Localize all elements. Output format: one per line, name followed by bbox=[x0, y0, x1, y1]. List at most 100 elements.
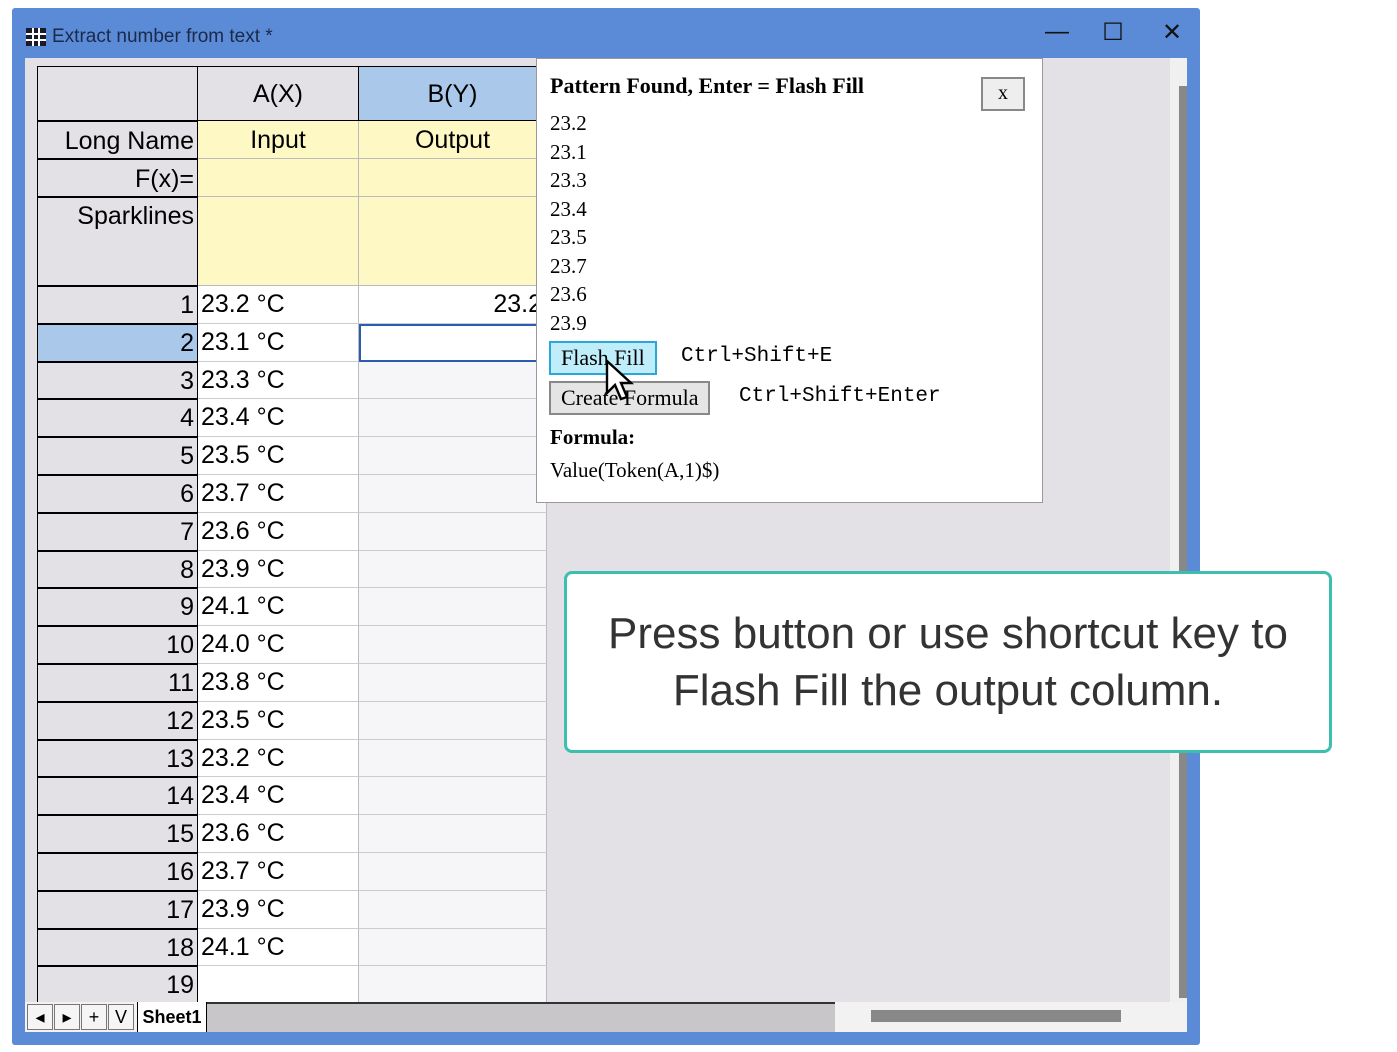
row-header[interactable]: 3 bbox=[37, 361, 198, 400]
cell-input[interactable]: 23.3 °C bbox=[198, 361, 359, 400]
fx-cell-b[interactable] bbox=[359, 159, 547, 197]
cell-output[interactable] bbox=[359, 777, 547, 816]
sparklines-cell-b[interactable] bbox=[359, 197, 547, 286]
row-header[interactable]: 7 bbox=[37, 512, 198, 551]
cell-output[interactable] bbox=[359, 512, 547, 551]
popup-title: Pattern Found, Enter = Flash Fill bbox=[550, 73, 865, 98]
cell-input[interactable]: 23.6 °C bbox=[198, 815, 359, 853]
cell-input[interactable]: 23.9 °C bbox=[198, 890, 359, 929]
cell-input[interactable]: 23.1 °C bbox=[198, 323, 359, 362]
tab-area-spacer bbox=[207, 1002, 835, 1032]
row-header[interactable]: 2 bbox=[37, 323, 198, 362]
minimize-button[interactable]: — bbox=[1042, 18, 1072, 46]
cell-output[interactable] bbox=[359, 399, 547, 438]
cell-output[interactable] bbox=[359, 739, 547, 778]
sparklines-cell-a[interactable] bbox=[198, 197, 359, 286]
cell-output[interactable] bbox=[359, 626, 547, 664]
row-header[interactable]: 18 bbox=[37, 928, 198, 967]
cell-input[interactable]: 24.1 °C bbox=[198, 928, 359, 967]
fx-cell-a[interactable] bbox=[198, 159, 359, 197]
long-name-cell-a[interactable]: Input bbox=[198, 121, 359, 159]
cell-output[interactable] bbox=[359, 815, 547, 853]
cell-output[interactable] bbox=[359, 701, 547, 740]
sheet-tab-bar: ◂ ▸ + V Sheet1 bbox=[25, 1002, 1187, 1032]
sheet-list-button[interactable]: V bbox=[108, 1004, 134, 1030]
popup-close-button[interactable]: x bbox=[981, 77, 1025, 111]
cell-output[interactable] bbox=[359, 361, 547, 400]
vertical-scroll-thumb[interactable] bbox=[1179, 86, 1187, 998]
row-header[interactable]: 16 bbox=[37, 853, 198, 891]
cell-input[interactable] bbox=[198, 966, 359, 1003]
row-header[interactable]: 14 bbox=[37, 777, 198, 816]
preview-value: 23.3 bbox=[550, 168, 587, 192]
vertical-scrollbar[interactable] bbox=[1170, 58, 1187, 1003]
row-header[interactable]: 15 bbox=[37, 815, 198, 853]
corner-cell[interactable] bbox=[37, 66, 198, 121]
cell-output[interactable] bbox=[359, 550, 547, 589]
cell-input[interactable]: 23.7 °C bbox=[198, 475, 359, 513]
cell-output[interactable] bbox=[359, 853, 547, 891]
callout-text: Press button or use shortcut key to Flas… bbox=[608, 609, 1288, 715]
cell-output[interactable]: 23.2 bbox=[359, 286, 547, 324]
prev-sheet-button[interactable]: ◂ bbox=[27, 1004, 53, 1030]
cell-output[interactable] bbox=[359, 475, 547, 513]
add-sheet-button[interactable]: + bbox=[81, 1004, 107, 1030]
preview-value: 23.5 bbox=[550, 225, 587, 249]
cell-input[interactable]: 23.8 °C bbox=[198, 664, 359, 702]
row-header[interactable]: 1 bbox=[37, 286, 198, 324]
cell-input[interactable]: 23.4 °C bbox=[198, 399, 359, 438]
row-label-fx: F(x)= bbox=[37, 159, 198, 197]
row-header[interactable]: 19 bbox=[37, 966, 198, 1003]
cell-output[interactable] bbox=[359, 966, 547, 1003]
preview-value: 23.1 bbox=[550, 139, 587, 164]
worksheet-icon bbox=[26, 28, 46, 46]
maximize-button[interactable]: ☐ bbox=[1098, 18, 1128, 47]
row-label-sparklines: Sparklines bbox=[37, 197, 198, 286]
preview-value: 23.7 bbox=[550, 253, 587, 278]
create-formula-shortcut: Ctrl+Shift+Enter bbox=[739, 385, 941, 408]
row-header[interactable]: 9 bbox=[37, 588, 198, 627]
next-sheet-button[interactable]: ▸ bbox=[54, 1004, 80, 1030]
cell-input[interactable]: 23.5 °C bbox=[198, 437, 359, 475]
cell-output[interactable] bbox=[359, 588, 547, 627]
cell-input[interactable]: 23.7 °C bbox=[198, 853, 359, 891]
preview-values: 23.2 23.1 23.3 23.4 23.5 23.7 23.6 23.9 bbox=[550, 109, 587, 337]
horizontal-scroll-thumb[interactable] bbox=[871, 1010, 1121, 1022]
flash-fill-shortcut: Ctrl+Shift+E bbox=[681, 345, 833, 368]
cell-output[interactable] bbox=[359, 323, 547, 362]
cell-input[interactable]: 23.6 °C bbox=[198, 512, 359, 551]
cell-input[interactable]: 24.0 °C bbox=[198, 626, 359, 664]
row-header[interactable]: 10 bbox=[37, 626, 198, 664]
cell-input[interactable]: 24.1 °C bbox=[198, 588, 359, 627]
row-header[interactable]: 17 bbox=[37, 890, 198, 929]
preview-value: 23.4 bbox=[550, 196, 587, 221]
cell-input[interactable]: 23.5 °C bbox=[198, 701, 359, 740]
cell-input[interactable]: 23.2 °C bbox=[198, 286, 359, 324]
row-header[interactable]: 12 bbox=[37, 701, 198, 740]
column-header-b[interactable]: B(Y) bbox=[359, 66, 547, 121]
row-header[interactable]: 6 bbox=[37, 475, 198, 513]
row-header[interactable]: 8 bbox=[37, 550, 198, 589]
cell-output[interactable] bbox=[359, 928, 547, 967]
cell-input[interactable]: 23.9 °C bbox=[198, 550, 359, 589]
tutorial-callout: Press button or use shortcut key to Flas… bbox=[564, 571, 1332, 753]
row-header[interactable]: 5 bbox=[37, 437, 198, 475]
row-header[interactable]: 13 bbox=[37, 739, 198, 778]
flash-fill-button[interactable]: Flash Fill bbox=[549, 341, 657, 375]
row-header[interactable]: 11 bbox=[37, 664, 198, 702]
row-label-long-name: Long Name bbox=[37, 121, 198, 159]
column-header-a[interactable]: A(X) bbox=[198, 66, 359, 121]
formula-label: Formula: bbox=[550, 425, 636, 449]
title-bar: Extract number from text * bbox=[26, 26, 273, 48]
long-name-cell-b[interactable]: Output bbox=[359, 121, 547, 159]
close-button[interactable]: ✕ bbox=[1157, 18, 1187, 47]
cell-input[interactable]: 23.4 °C bbox=[198, 777, 359, 816]
mouse-cursor-icon bbox=[605, 359, 635, 401]
sheet-tab-sheet1[interactable]: Sheet1 bbox=[137, 1002, 207, 1032]
cell-output[interactable] bbox=[359, 664, 547, 702]
row-header[interactable]: 4 bbox=[37, 399, 198, 438]
cell-input[interactable]: 23.2 °C bbox=[198, 739, 359, 778]
cell-output[interactable] bbox=[359, 890, 547, 929]
preview-value: 23.9 bbox=[550, 310, 587, 335]
cell-output[interactable] bbox=[359, 437, 547, 475]
